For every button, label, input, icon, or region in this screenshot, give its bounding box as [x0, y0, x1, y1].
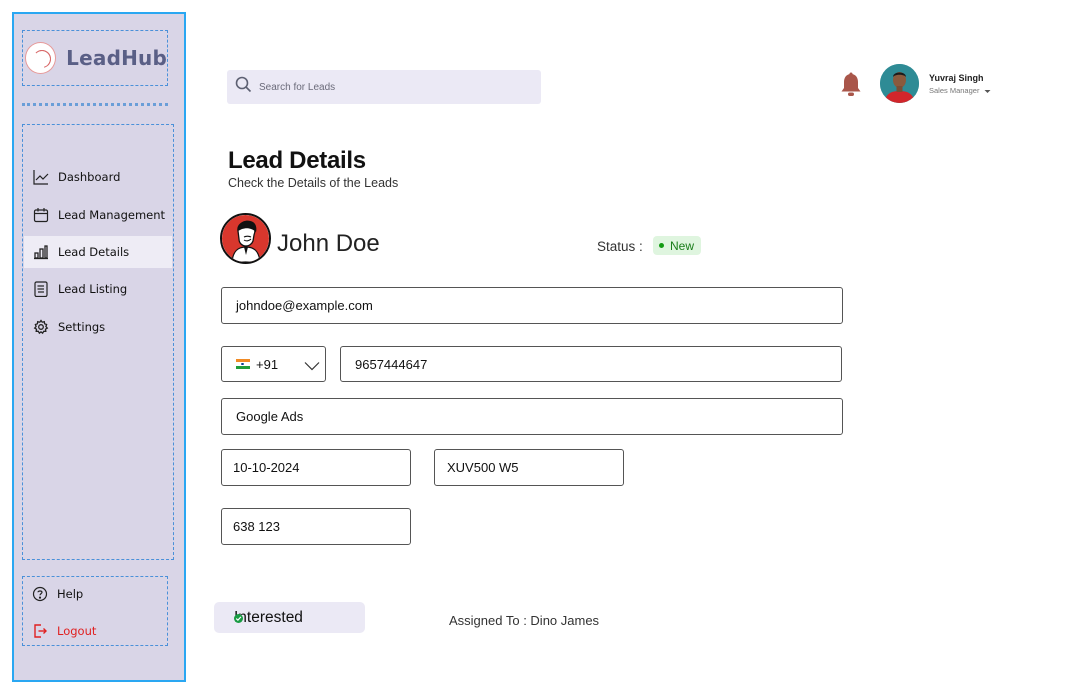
phone-value: 9657444647 — [355, 356, 428, 372]
date-value: 10-10-2024 — [233, 460, 300, 475]
pincode-field[interactable]: 638 123 — [221, 508, 411, 545]
sidebar-item-label: Lead Listing — [58, 282, 128, 296]
brand-name: LeadHub — [66, 46, 167, 70]
interest-status-label: Interested — [234, 608, 303, 626]
vehicle-model-field[interactable]: XUV500 W5 — [434, 449, 624, 486]
lead-avatar — [220, 213, 271, 264]
sidebar-divider — [22, 103, 168, 106]
sidebar-item-label: Lead Management — [58, 208, 166, 222]
logo-icon — [25, 42, 57, 74]
sidebar-footer: Help Logout — [22, 576, 168, 646]
user-avatar[interactable] — [880, 64, 919, 103]
calendar-icon — [33, 207, 49, 223]
status-label: Status : — [597, 239, 643, 254]
email-value: johndoe@example.com — [236, 298, 373, 313]
checklist-icon — [33, 281, 49, 297]
status-dot-icon — [659, 243, 664, 248]
notification-bell-icon[interactable] — [840, 72, 862, 98]
sidebar-item-label: Dashboard — [58, 170, 121, 184]
sidebar-item-label: Lead Details — [58, 245, 130, 259]
pincode-value: 638 123 — [233, 519, 280, 534]
sidebar-nav: Dashboard Lead Management Lead Details L… — [22, 124, 174, 560]
line-chart-icon — [33, 169, 49, 185]
page-title: Lead Details — [228, 147, 366, 174]
bar-chart-icon — [33, 244, 49, 260]
sidebar-item-lead-management[interactable]: Lead Management — [24, 199, 172, 231]
user-role: Sales Manager — [929, 86, 980, 95]
user-role-dropdown[interactable]: Sales Manager — [929, 86, 991, 95]
chevron-down-icon — [304, 359, 320, 371]
help-link[interactable]: Help — [23, 582, 163, 606]
india-flag-icon — [236, 359, 250, 369]
sidebar-item-label: Settings — [58, 320, 106, 334]
check-circle-icon — [234, 614, 243, 623]
sidebar: LeadHub Dashboard Lead Management Lead D… — [12, 12, 186, 682]
phone-field[interactable]: 9657444647 — [340, 346, 842, 382]
logout-button[interactable]: Logout — [23, 619, 163, 643]
brand-logo[interactable]: LeadHub — [22, 30, 168, 86]
country-code-select[interactable]: +91 — [221, 346, 326, 382]
search-bar[interactable]: Search for Leads — [227, 70, 541, 104]
date-field[interactable]: 10-10-2024 — [221, 449, 411, 486]
search-input[interactable]: Search for Leads — [259, 82, 335, 93]
lead-source-field[interactable]: Google Ads — [221, 398, 843, 435]
sidebar-item-lead-details[interactable]: Lead Details — [24, 236, 172, 268]
status-value: New — [670, 238, 695, 253]
help-label: Help — [57, 587, 84, 601]
help-circle-icon — [32, 586, 48, 602]
sidebar-item-dashboard[interactable]: Dashboard — [24, 161, 172, 193]
country-code-value: +91 — [256, 356, 279, 372]
email-field[interactable]: johndoe@example.com — [221, 287, 843, 324]
logout-icon — [32, 623, 48, 639]
caret-down-icon — [982, 86, 991, 95]
sidebar-item-settings[interactable]: Settings — [24, 311, 172, 343]
lead-source-value: Google Ads — [236, 409, 304, 424]
gear-icon — [33, 319, 49, 335]
search-icon — [235, 76, 252, 98]
vehicle-model-value: XUV500 W5 — [447, 460, 519, 475]
logout-label: Logout — [57, 624, 97, 638]
assigned-to-label: Assigned To : Dino James — [449, 613, 600, 628]
user-name: Yuvraj Singh — [929, 73, 984, 83]
lead-name: John Doe — [277, 230, 380, 257]
sidebar-item-lead-listing[interactable]: Lead Listing — [24, 273, 172, 305]
page-subtitle: Check the Details of the Leads — [228, 176, 399, 190]
status-badge: New — [653, 236, 702, 255]
